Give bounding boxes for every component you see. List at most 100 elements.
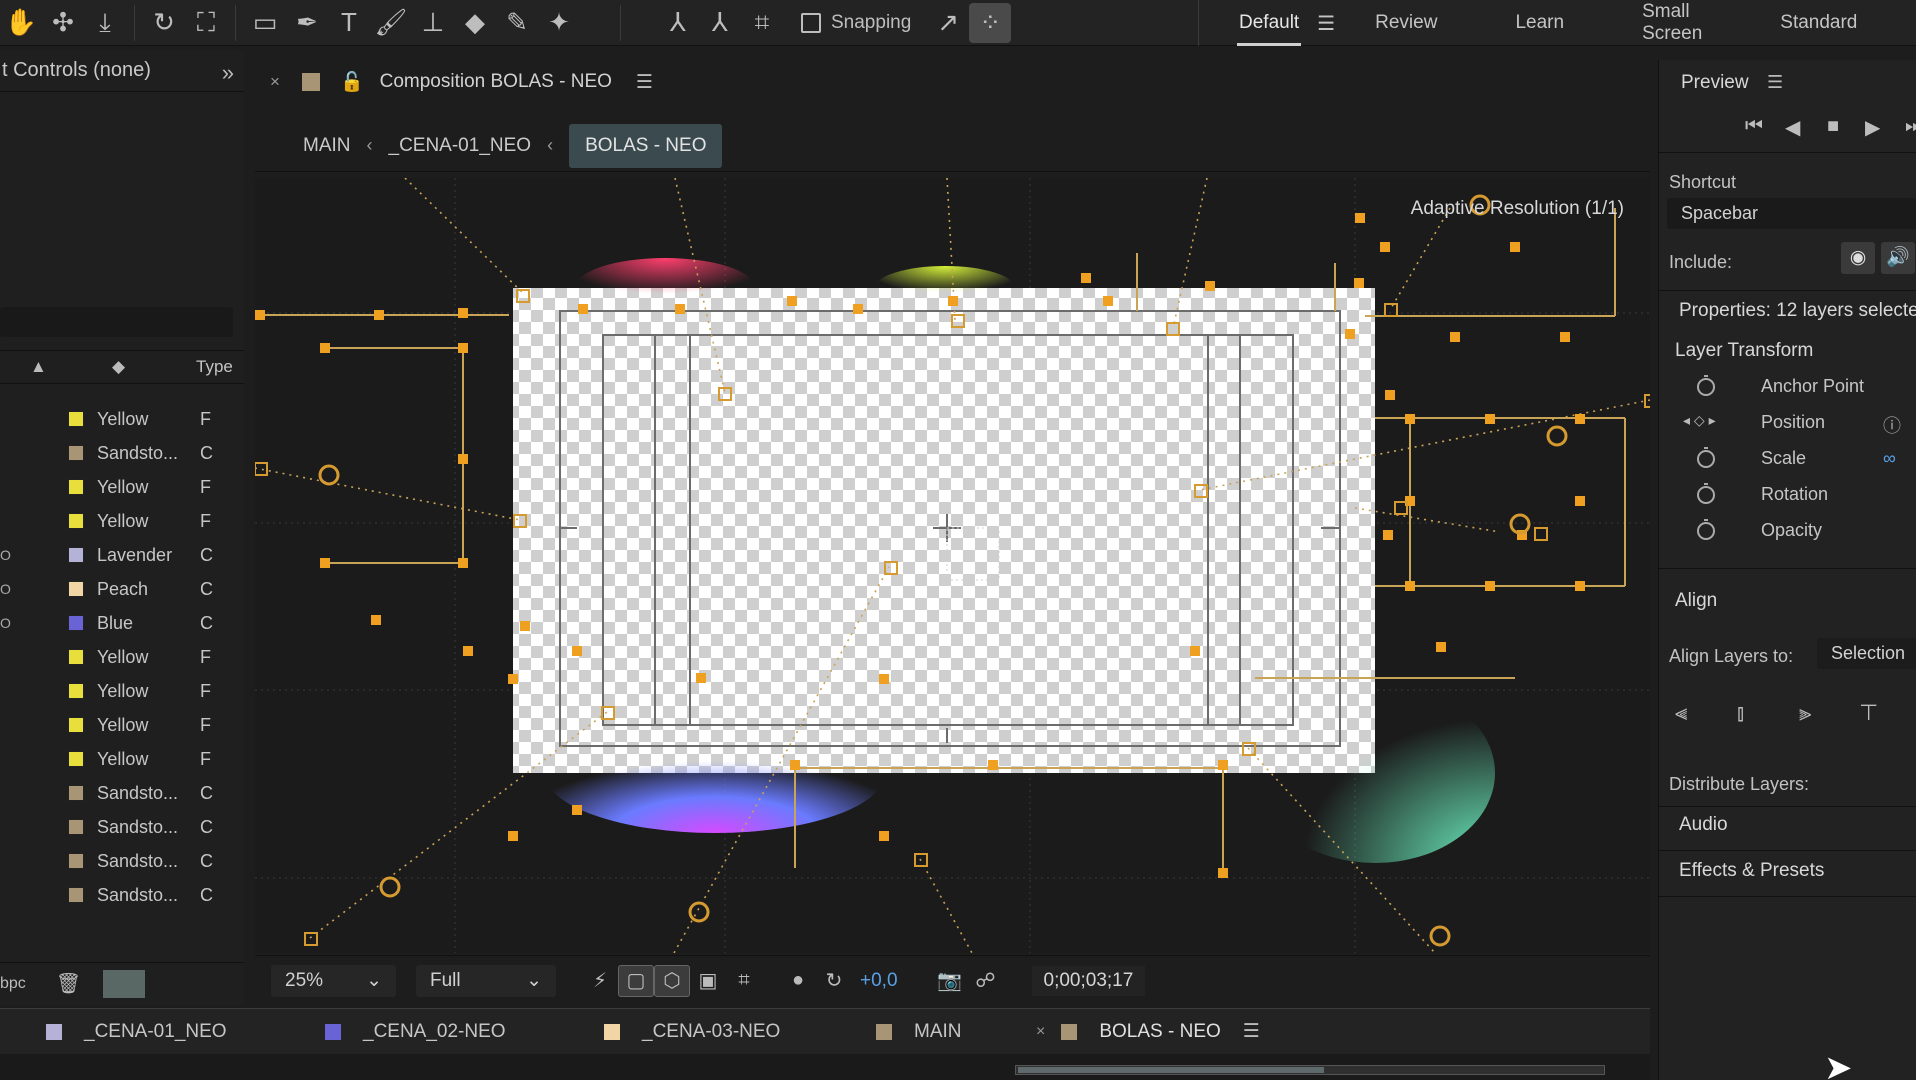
label-color-swatch[interactable] — [68, 717, 84, 733]
workspace-small-screen[interactable]: Small Screen — [1642, 1, 1702, 45]
info-icon[interactable]: ⓘ — [1883, 412, 1901, 438]
layer-row[interactable]: Yellow F — [0, 470, 244, 504]
color-channels-icon[interactable]: ● — [780, 965, 816, 997]
label-color-swatch[interactable] — [68, 751, 84, 767]
stop-icon[interactable]: ■ — [1827, 115, 1839, 138]
label-color-swatch[interactable] — [68, 887, 84, 903]
visibility-icon[interactable]: O — [0, 615, 11, 631]
label-tag-icon[interactable]: ◆ — [112, 357, 125, 377]
layer-row[interactable]: Sandsto... C — [0, 844, 244, 878]
label-color-swatch[interactable] — [68, 649, 84, 665]
axis-world-icon[interactable]: ⅄ — [699, 3, 741, 43]
guides-icon[interactable]: ⌗ — [726, 965, 762, 997]
breadcrumb-cena-01[interactable]: _CENA-01_NEO — [389, 135, 532, 157]
property-position[interactable]: ◂ ◇ ▸ Position ⓘ — [1683, 412, 1916, 440]
align-right-icon[interactable]: ⫸ — [1799, 700, 1825, 726]
layer-search-field[interactable] — [0, 307, 233, 337]
stopwatch-icon[interactable] — [1697, 447, 1715, 468]
breadcrumb-main[interactable]: MAIN — [303, 135, 351, 157]
composition-viewer[interactable]: Adaptive Resolution (1/1) — [255, 178, 1650, 953]
rotate-tool-icon[interactable]: ↻ — [143, 3, 185, 43]
workspace-learn[interactable]: Learn — [1515, 12, 1564, 34]
layer-row[interactable]: Sandsto... C — [0, 776, 244, 810]
preview-menu-icon[interactable]: ☰ — [1767, 72, 1783, 93]
last-frame-icon[interactable]: ⏭ — [1905, 115, 1916, 138]
text-tool-icon[interactable]: T — [328, 3, 370, 43]
label-color-swatch[interactable] — [68, 513, 84, 529]
property-anchor-point[interactable]: Anchor Point — [1697, 375, 1916, 404]
align-target-dropdown[interactable]: Selection — [1817, 638, 1916, 669]
workspace-menu-icon[interactable]: ☰ — [1317, 11, 1335, 36]
next-frame-icon[interactable]: ▶ — [1865, 115, 1880, 140]
workspace-default[interactable]: Default — [1236, 12, 1302, 46]
layer-row[interactable]: Sandsto... C — [0, 436, 244, 470]
effects-presets-title[interactable]: Effects & Presets — [1679, 860, 1824, 882]
color-swatch[interactable] — [103, 969, 146, 998]
workspace-standard[interactable]: Standard — [1780, 12, 1857, 34]
show-snapshot-icon[interactable]: ☍ — [968, 965, 1004, 997]
visibility-icon[interactable]: O — [0, 581, 11, 597]
stopwatch-icon[interactable] — [1697, 519, 1715, 540]
link-icon[interactable]: ∞ — [1883, 448, 1896, 469]
brush-tool-icon[interactable]: 🖌 — [370, 3, 412, 43]
layer-transform-heading[interactable]: Layer Transform — [1675, 340, 1813, 362]
layer-row[interactable]: Yellow F — [0, 640, 244, 674]
snapshot-icon[interactable]: 📷 — [932, 965, 968, 997]
exposure-value[interactable]: +0,0 — [860, 970, 898, 992]
label-color-swatch[interactable] — [68, 853, 84, 869]
visibility-icon[interactable]: O — [0, 547, 11, 563]
align-horizontal-center-icon[interactable]: ⫾ — [1737, 700, 1763, 726]
layer-row[interactable]: O Peach C — [0, 572, 244, 606]
timeline-tab-main[interactable]: MAIN — [876, 1021, 962, 1043]
layer-row[interactable]: Sandsto... C — [0, 810, 244, 844]
effect-controls-title[interactable]: t Controls (none) — [2, 59, 151, 82]
layer-row[interactable]: Yellow F — [0, 674, 244, 708]
property-opacity[interactable]: Opacity — [1697, 519, 1916, 548]
workspace-review[interactable]: Review — [1375, 12, 1437, 34]
time-navigator[interactable] — [1015, 1065, 1605, 1075]
property-rotation[interactable]: Rotation — [1697, 483, 1916, 512]
snap-grid-icon[interactable]: ⁘ — [969, 2, 1012, 43]
panel-menu-icon[interactable]: ☰ — [1243, 1020, 1260, 1043]
layer-row[interactable]: O Lavender C — [0, 538, 244, 572]
label-color-swatch[interactable] — [68, 411, 84, 427]
trash-icon[interactable]: 🗑 — [56, 971, 81, 996]
pen-tool-icon[interactable]: ✒ — [286, 3, 328, 43]
label-color-swatch[interactable] — [68, 445, 84, 461]
axis-view-icon[interactable]: ⌗ — [741, 3, 783, 43]
expand-panels-icon[interactable]: » — [222, 60, 234, 86]
label-color-swatch[interactable] — [68, 479, 84, 495]
axis-local-icon[interactable]: ⅄ — [657, 3, 699, 43]
layer-row[interactable]: Yellow F — [0, 402, 244, 436]
bpc-label[interactable]: bpc — [0, 975, 26, 993]
roto-brush-tool-icon[interactable]: ✎ — [496, 3, 538, 43]
align-top-icon[interactable]: ⊤ — [1859, 700, 1885, 726]
keyframe-navigator-icon[interactable]: ◂ ◇ ▸ — [1683, 412, 1716, 429]
move-tool-icon[interactable]: ✣ — [42, 3, 84, 43]
type-column-header[interactable]: Type — [196, 357, 233, 377]
first-frame-icon[interactable]: ⏮ — [1745, 115, 1763, 138]
timeline-tab-bolas-neo[interactable]: × BOLAS - NEO ☰ — [1036, 1020, 1260, 1043]
include-video-icon[interactable]: ◉ — [1841, 242, 1875, 274]
timeline-tab-cena-02[interactable]: _CENA_02-NEO — [325, 1021, 506, 1043]
align-title[interactable]: Align — [1675, 590, 1717, 612]
label-color-swatch[interactable] — [68, 581, 84, 597]
transparency-grid-icon[interactable]: ▢ — [618, 964, 654, 997]
composition-tab[interactable]: × 🔓 Composition BOLAS - NEO ☰ — [270, 60, 653, 104]
label-color-swatch[interactable] — [68, 547, 84, 563]
close-tab-icon[interactable]: × — [1036, 1023, 1045, 1041]
close-tab-icon[interactable]: × — [270, 72, 280, 92]
pin-tool-icon[interactable]: ⤓ — [84, 3, 126, 43]
resolution-dropdown[interactable]: Full ⌄ — [416, 964, 556, 997]
stopwatch-icon[interactable] — [1697, 375, 1715, 396]
shortcut-dropdown[interactable]: Spacebar — [1667, 198, 1916, 229]
current-time-display[interactable]: 0;00;03;17 — [1031, 965, 1146, 996]
audio-panel-title[interactable]: Audio — [1679, 814, 1728, 836]
timeline-tab-cena-01[interactable]: _CENA-01_NEO — [46, 1021, 227, 1043]
viewer-canvas[interactable] — [255, 178, 1650, 953]
include-audio-icon[interactable]: 🔊 — [1881, 242, 1915, 274]
label-color-swatch[interactable] — [68, 819, 84, 835]
hand-tool-icon[interactable]: ✋ — [0, 3, 42, 43]
breadcrumb-bolas-neo[interactable]: BOLAS - NEO — [569, 123, 723, 168]
eraser-tool-icon[interactable]: ◆ — [454, 3, 496, 43]
